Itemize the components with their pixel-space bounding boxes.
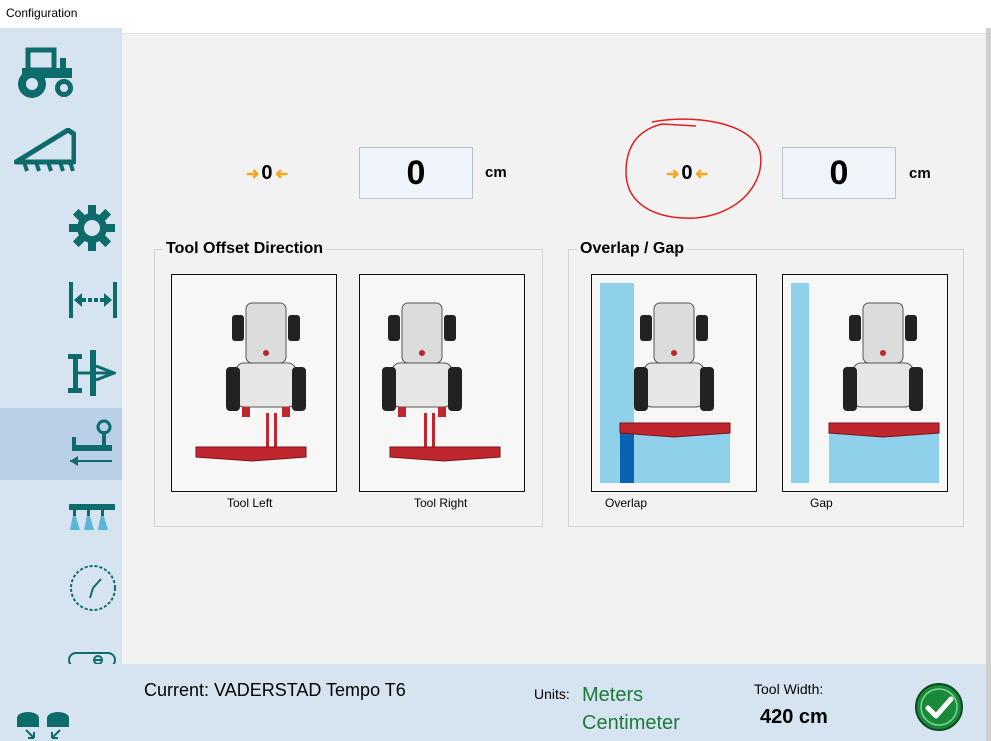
sidebar-item-timing[interactable] bbox=[0, 560, 122, 616]
tractor-icon bbox=[18, 47, 73, 98]
tool-offset-icon bbox=[70, 419, 112, 466]
sidebar-item-tool-offset[interactable] bbox=[0, 408, 122, 480]
tool-right-label: Tool Right bbox=[414, 496, 468, 510]
unit-centimeter[interactable]: Centimeter bbox=[582, 712, 680, 735]
overlap-gap-group: Overlap / Gap Overlap Gap bbox=[568, 240, 964, 527]
sidebar bbox=[0, 28, 122, 668]
tool-left-option[interactable] bbox=[171, 274, 337, 492]
tool-offset-group: Tool Offset Direction Tool Left Tool Rig… bbox=[154, 240, 543, 527]
window-titlebar: Configuration bbox=[0, 0, 991, 28]
hitch-icon bbox=[68, 350, 116, 396]
implement-icon bbox=[14, 128, 76, 172]
ok-button[interactable] bbox=[914, 682, 964, 732]
sidebar-item-implement[interactable] bbox=[0, 118, 122, 184]
status-footer: Current: VADERSTAD Tempo T6 Units: Meter… bbox=[0, 664, 986, 741]
tractor-tool-left-image bbox=[195, 302, 307, 462]
vehicle-profiles-icon[interactable] bbox=[14, 710, 70, 740]
units-label: Units: bbox=[534, 686, 570, 702]
offset-left-input[interactable]: 0 bbox=[359, 147, 473, 199]
red-annotation-circle bbox=[625, 118, 762, 219]
gear-icon bbox=[69, 205, 115, 251]
clock-icon bbox=[70, 565, 116, 611]
tool-left-label: Tool Left bbox=[227, 496, 273, 510]
sidebar-item-hitch[interactable] bbox=[0, 342, 122, 404]
window-title: Configuration bbox=[6, 6, 78, 20]
offset-right-unit: cm bbox=[909, 165, 931, 182]
offset-left-unit: cm bbox=[485, 164, 507, 181]
tool-width-label: Tool Width: bbox=[754, 681, 824, 697]
offset-left-icon-text: 0 bbox=[261, 162, 273, 184]
overlap-label: Overlap bbox=[605, 496, 648, 510]
sidebar-item-width[interactable] bbox=[0, 272, 122, 328]
overlap-option[interactable] bbox=[591, 274, 757, 492]
unit-meters[interactable]: Meters bbox=[582, 684, 643, 707]
overlap-gap-title: Overlap / Gap bbox=[577, 240, 688, 258]
overlap-image bbox=[600, 283, 731, 483]
tool-width-value: 420 cm bbox=[760, 706, 828, 728]
offset-right-input[interactable]: 0 bbox=[782, 147, 896, 199]
tractor-tool-right-image bbox=[382, 302, 501, 462]
sidebar-item-settings[interactable] bbox=[0, 196, 122, 260]
offset-left-indicator: ➜ 0 ➜ bbox=[246, 162, 288, 185]
sections-icon bbox=[69, 504, 115, 530]
tool-right-option[interactable] bbox=[359, 274, 525, 492]
tool-offset-title: Tool Offset Direction bbox=[163, 240, 327, 258]
sidebar-item-tractor[interactable] bbox=[0, 36, 122, 108]
arrow-left-icon: ➜ bbox=[274, 165, 288, 183]
width-icon bbox=[69, 282, 117, 318]
current-vehicle: Current: VADERSTAD Tempo T6 bbox=[144, 680, 406, 700]
gap-label: Gap bbox=[810, 496, 833, 510]
gap-image bbox=[791, 283, 940, 483]
window-edge bbox=[986, 28, 991, 741]
arrow-right-icon: ➜ bbox=[246, 165, 260, 183]
gap-option[interactable] bbox=[782, 274, 948, 492]
main-panel: ➜ 0 ➜ 0 cm ➜ 0 ➜ 0 cm Tool Offset Direct… bbox=[122, 33, 986, 664]
sidebar-item-sections[interactable] bbox=[0, 490, 122, 544]
